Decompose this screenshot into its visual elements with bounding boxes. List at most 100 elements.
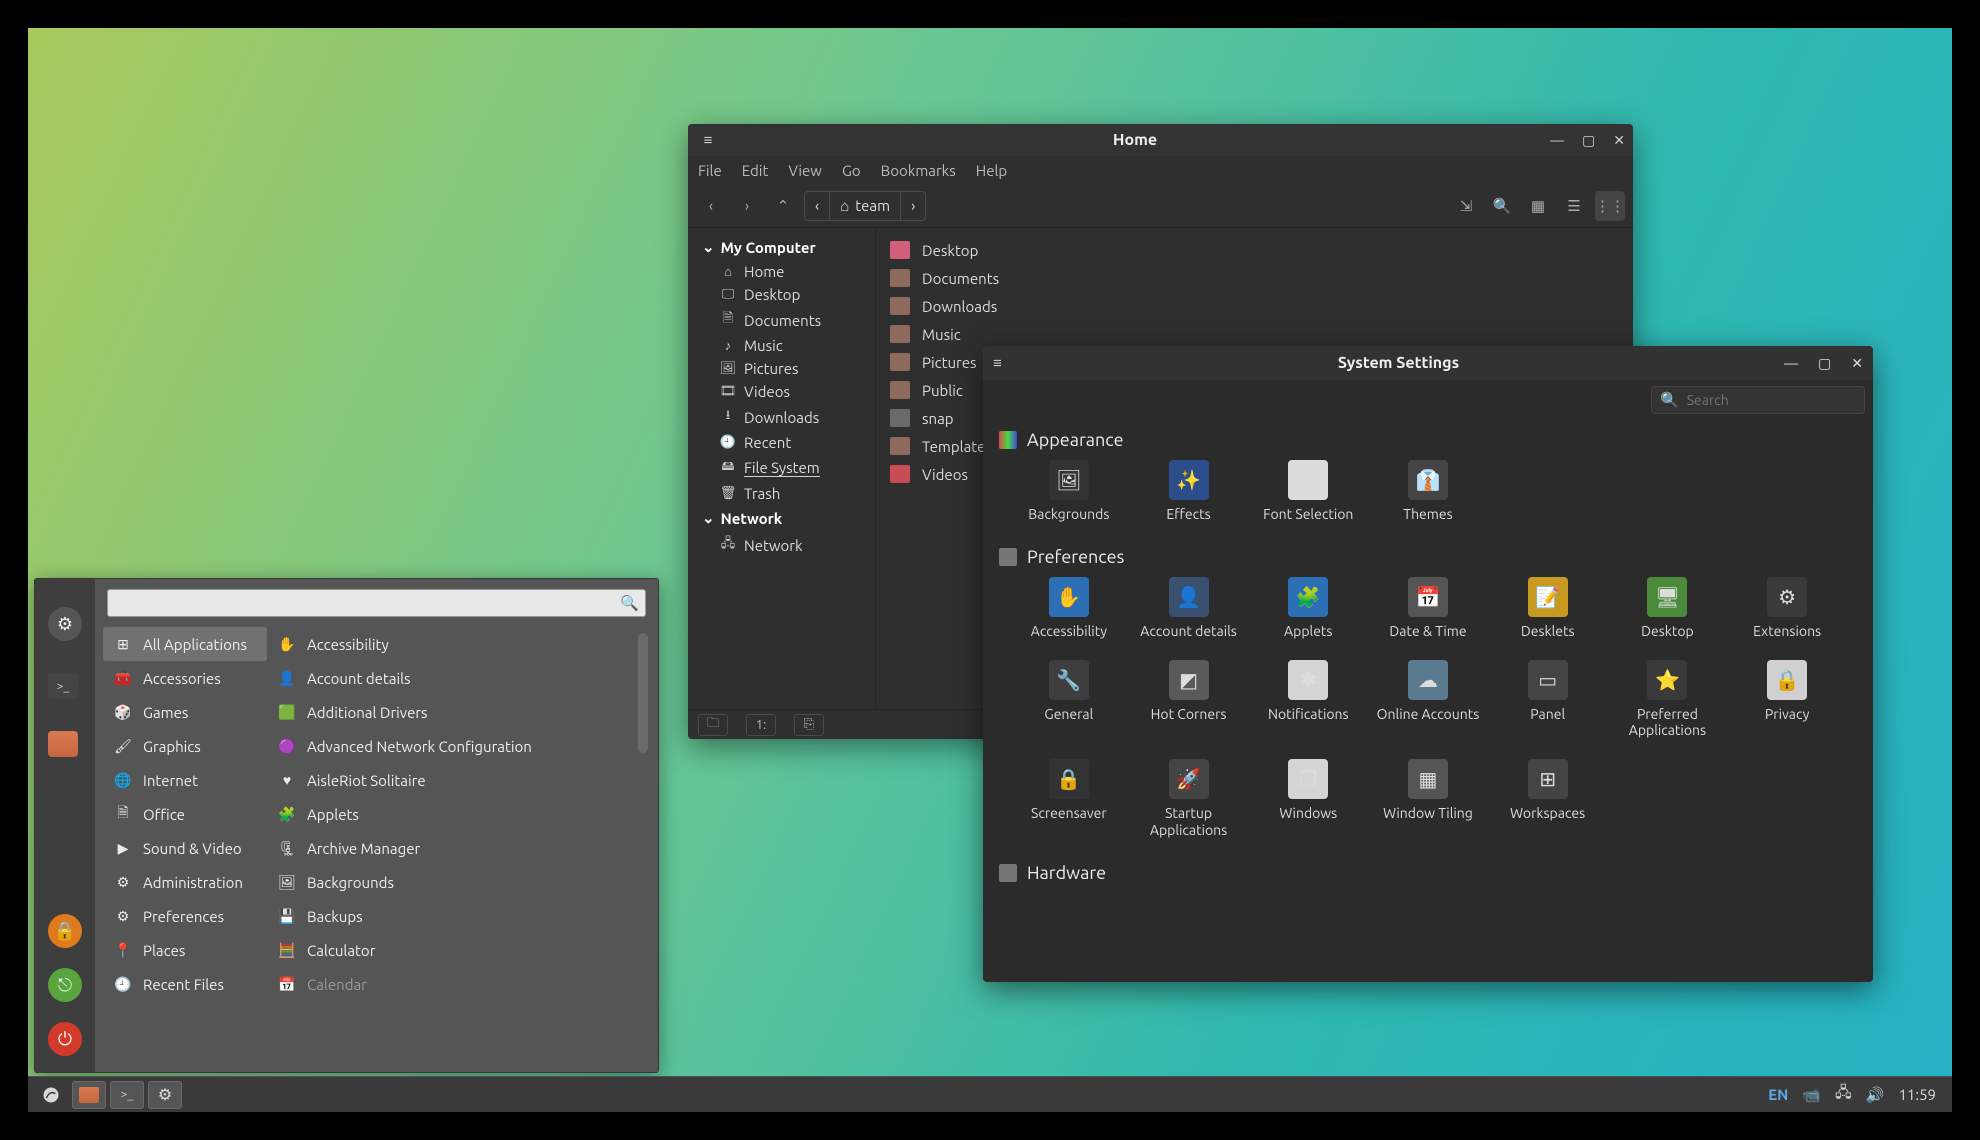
sidebar-item-videos[interactable]: 🎞Videos [692,380,871,403]
settings-tile-windows[interactable]: ❐Windows [1250,759,1366,839]
menu-help[interactable]: Help [976,162,1007,179]
maximize-button[interactable]: ▢ [1582,132,1595,149]
category-internet[interactable]: 🌐Internet [103,763,267,797]
settings-tile-desklets[interactable]: 📝Desklets [1490,577,1606,640]
view-list-button[interactable]: ☰ [1559,191,1589,221]
category-graphics[interactable]: 🖌Graphics [103,729,267,763]
app-archive-manager[interactable]: 🗜Archive Manager [267,831,650,865]
hamburger-icon[interactable]: ≡ [993,354,1013,372]
scrollbar[interactable] [638,633,648,753]
power-icon[interactable]: ⏻ [48,1022,82,1056]
sidebar-item-recent[interactable]: 🕘Recent [692,431,871,454]
menu-bookmarks[interactable]: Bookmarks [881,162,956,179]
category-administration[interactable]: ⚙Administration [103,865,267,899]
menu-button[interactable] [34,1081,68,1109]
appmenu-search[interactable]: 🔍 [107,589,646,617]
volume-tray-icon[interactable]: 🔊 [1866,1086,1885,1104]
sidebar-item-network[interactable]: 🖧Network [692,531,871,559]
desktop[interactable]: ≡ Home — ▢ ✕ File Edit View Go Bookmarks Help… [28,28,1952,1112]
category-games[interactable]: 🎲Games [103,695,267,729]
minimize-button[interactable]: — [1784,355,1798,372]
settings-tile-applets[interactable]: 🧩Applets [1250,577,1366,640]
app-aisleriot-solitaire[interactable]: ♥AisleRiot Solitaire [267,763,650,797]
settings-tile-notifications[interactable]: ✱Notifications [1250,660,1366,740]
fm-titlebar[interactable]: ≡ Home — ▢ ✕ [688,124,1633,156]
settings-search-input[interactable] [1687,392,1868,408]
settings-tile-font-selection[interactable]: AFont Selection [1250,460,1366,523]
lock-icon[interactable]: 🔒 [48,914,82,948]
minimize-button[interactable]: — [1550,132,1564,149]
hamburger-icon[interactable]: ≡ [696,131,720,149]
view-compact-button[interactable]: ⋮⋮ [1595,191,1625,221]
taskbar-files-button[interactable] [72,1081,106,1109]
app-advanced-network-configuration[interactable]: 🟣Advanced Network Configuration [267,729,650,763]
language-indicator[interactable]: EN [1768,1086,1788,1103]
nav-forward-button[interactable]: › [732,191,762,221]
path-breadcrumb[interactable]: ‹ ⌂ team › [804,191,926,221]
category-places[interactable]: 📍Places [103,933,267,967]
menu-view[interactable]: View [788,162,822,179]
app-accessibility[interactable]: ✋Accessibility [267,627,650,661]
settings-tile-preferred-applications[interactable]: ⭐Preferred Applications [1610,660,1726,740]
close-button[interactable]: ✕ [1851,355,1863,372]
logout-icon[interactable]: ⎋ [48,968,82,1002]
category-preferences[interactable]: ⚙Preferences [103,899,267,933]
app-backgrounds[interactable]: 🖼Backgrounds [267,865,650,899]
category-sound-video[interactable]: ▶Sound & Video [103,831,267,865]
sidebar-item-desktop[interactable]: 🖵Desktop [692,283,871,306]
settings-tile-accessibility[interactable]: ✋Accessibility [1011,577,1127,640]
menu-go[interactable]: Go [842,162,861,179]
statusbar-close-pane-button[interactable]: ⎘ [794,714,824,736]
file-row[interactable]: Downloads [886,292,1623,320]
settings-tile-extensions[interactable]: ⚙Extensions [1729,577,1845,640]
settings-tile-online-accounts[interactable]: ☁Online Accounts [1370,660,1486,740]
settings-tile-date-time[interactable]: 📅Date & Time [1370,577,1486,640]
category-accessories[interactable]: 🧰Accessories [103,661,267,695]
ss-titlebar[interactable]: ≡ System Settings — ▢ ✕ [983,346,1873,380]
category-all-applications[interactable]: ⊞All Applications [103,627,267,661]
file-row[interactable]: Documents [886,264,1623,292]
settings-tile-hot-corners[interactable]: ◩Hot Corners [1131,660,1247,740]
sidebar-item-music[interactable]: ♪Music [692,334,871,357]
statusbar-places-button[interactable]: 🗀 [698,714,728,736]
settings-tile-panel[interactable]: ▭Panel [1490,660,1606,740]
settings-tile-screensaver[interactable]: 🔒Screensaver [1011,759,1127,839]
network-tray-icon[interactable]: 🖧 [1835,1082,1852,1107]
path-next-icon[interactable]: › [901,192,925,220]
settings-tile-desktop[interactable]: 🖥Desktop [1610,577,1726,640]
terminal-icon[interactable]: >_ [48,673,78,699]
settings-icon[interactable]: ⚙ [48,607,82,641]
app-backups[interactable]: 💾Backups [267,899,650,933]
clock[interactable]: 11:59 [1898,1086,1936,1103]
settings-search[interactable]: 🔍 ⌫ [1651,386,1865,414]
sidebar-item-documents[interactable]: 🗎Documents [692,306,871,334]
menu-file[interactable]: File [698,162,722,179]
settings-tile-general[interactable]: 🔧General [1011,660,1127,740]
settings-tile-window-tiling[interactable]: ▦Window Tiling [1370,759,1486,839]
app-calendar[interactable]: 📅Calendar [267,967,650,1001]
nav-up-button[interactable]: ⌃ [768,191,798,221]
settings-tile-effects[interactable]: ✨Effects [1131,460,1247,523]
statusbar-treeview-button[interactable]: 1: [746,714,776,736]
sidebar-group-computer[interactable]: ⌄My Computer [692,234,871,260]
settings-tile-backgrounds[interactable]: 🖼Backgrounds [1011,460,1127,523]
app-additional-drivers[interactable]: 🟩Additional Drivers [267,695,650,729]
sidebar-item-home[interactable]: ⌂Home [692,260,871,283]
app-calculator[interactable]: 🧮Calculator [267,933,650,967]
category-recent-files[interactable]: 🕘Recent Files [103,967,267,1001]
menu-edit[interactable]: Edit [742,162,769,179]
settings-tile-startup-applications[interactable]: 🚀Startup Applications [1131,759,1247,839]
appmenu-search-input[interactable] [114,595,620,612]
app-menu[interactable]: ⚙ >_ 🔒 ⎋ ⏻ 🔍 ⊞All Applications🧰Accessori… [34,578,659,1073]
system-settings-window[interactable]: ≡ System Settings — ▢ ✕ 🔍 ⌫ Appearance🖼B… [983,346,1873,982]
taskbar-terminal-button[interactable]: >_ [110,1081,144,1109]
maximize-button[interactable]: ▢ [1818,355,1831,372]
camera-tray-icon[interactable]: 📹 [1802,1086,1821,1104]
nav-back-button[interactable]: ‹ [696,191,726,221]
sidebar-item-downloads[interactable]: ⭳Downloads [692,403,871,431]
close-button[interactable]: ✕ [1613,132,1625,149]
sidebar-item-file-system[interactable]: 🖴File System [692,454,871,482]
path-home[interactable]: ⌂ team [830,192,901,220]
file-row[interactable]: Desktop [886,236,1623,264]
view-icon-button[interactable]: ▦ [1523,191,1553,221]
